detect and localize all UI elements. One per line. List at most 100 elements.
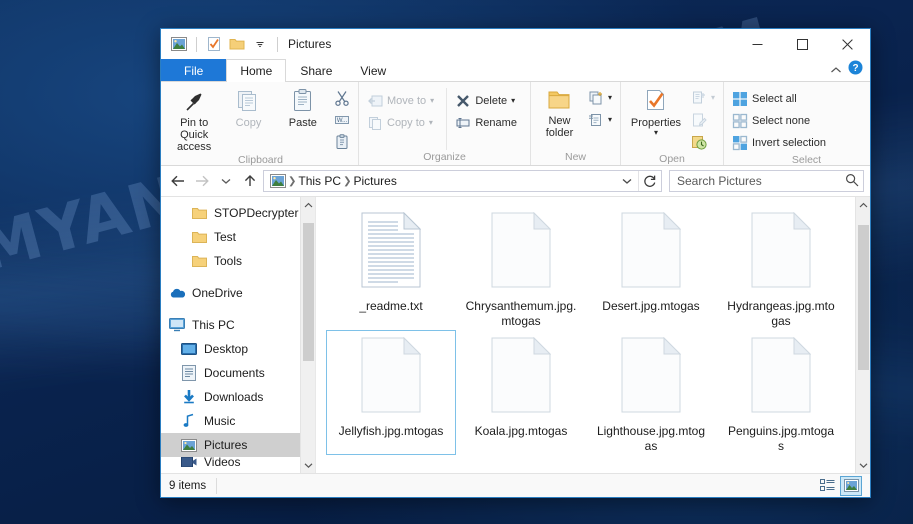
paste-button[interactable]: Paste: [276, 85, 330, 153]
properties-checklist-icon[interactable]: [204, 34, 224, 54]
file-list-scroll-track[interactable]: [856, 213, 871, 457]
svg-text:W...: W...: [337, 118, 348, 124]
chevron-up-icon[interactable]: [301, 197, 316, 213]
sidebar-item-music[interactable]: Music: [161, 409, 315, 433]
sidebar-label: Tools: [214, 254, 243, 268]
sidebar-item-onedrive[interactable]: OneDrive: [161, 281, 315, 305]
search-icon[interactable]: [845, 173, 859, 190]
up-button[interactable]: [239, 170, 261, 192]
maximize-button[interactable]: [780, 29, 825, 59]
sidebar-item-pictures[interactable]: Pictures: [161, 433, 315, 457]
chevron-down-icon[interactable]: ▾: [608, 93, 612, 102]
chevron-up-icon[interactable]: [856, 197, 871, 213]
move-to-button[interactable]: Move to ▾: [363, 90, 446, 111]
file-list-pane[interactable]: _readme.txt Chrysanthemum.jpg.mtogas Des…: [316, 197, 870, 473]
history-button[interactable]: [687, 131, 719, 152]
chevron-down-icon[interactable]: ▾: [430, 96, 434, 105]
chevron-down-icon[interactable]: [301, 457, 316, 473]
ribbon: Pin to Quick access Copy Paste W... Clip…: [161, 82, 870, 166]
open-button[interactable]: ▾: [687, 87, 719, 108]
chevron-down-icon[interactable]: ▾: [711, 93, 715, 102]
navigation-scroll-track[interactable]: [301, 213, 316, 457]
recent-locations-button[interactable]: [215, 170, 237, 192]
tab-share[interactable]: Share: [286, 59, 346, 81]
help-icon[interactable]: ?: [848, 60, 863, 80]
ribbon-group-label-select: Select: [791, 154, 822, 166]
file-name: Desert.jpg.mtogas: [602, 299, 700, 313]
sidebar-item-test[interactable]: Test: [161, 225, 315, 249]
chevron-up-icon[interactable]: [830, 61, 842, 79]
delete-button[interactable]: Delete ▾: [451, 90, 526, 111]
chevron-down-icon[interactable]: ▾: [429, 118, 433, 127]
invert-selection-button[interactable]: Invert selection: [728, 132, 830, 153]
edit-button[interactable]: [687, 109, 719, 130]
copy-path-button[interactable]: W...: [330, 109, 354, 130]
chevron-down-icon[interactable]: [250, 34, 270, 54]
select-none-button[interactable]: Select none: [728, 110, 830, 131]
back-button[interactable]: [167, 170, 189, 192]
file-list-scroll-thumb[interactable]: [857, 225, 869, 370]
large-icons-view-icon[interactable]: [840, 475, 862, 496]
pin-to-quick-access-button[interactable]: Pin to Quick access: [167, 85, 221, 153]
refresh-icon[interactable]: [639, 171, 661, 191]
select-all-button[interactable]: Select all: [728, 88, 830, 109]
file-item-penguins[interactable]: Penguins.jpg.mtogas: [716, 330, 846, 455]
select-none-label: Select none: [752, 114, 811, 127]
cut-button[interactable]: [330, 87, 354, 108]
easy-access-button[interactable]: ▾: [584, 109, 616, 130]
file-item-chrysanthemum[interactable]: Chrysanthemum.jpg.mtogas: [456, 205, 586, 330]
sidebar-item-this-pc[interactable]: This PC: [161, 313, 315, 337]
details-view-icon[interactable]: [816, 476, 838, 496]
folder-icon: [191, 229, 207, 245]
properties-button[interactable]: Properties ▾: [625, 85, 687, 152]
sidebar-label: Pictures: [204, 438, 248, 452]
new-folder-button[interactable]: New folder: [535, 85, 584, 150]
copy-button[interactable]: Copy: [221, 85, 275, 153]
search-input[interactable]: Search Pictures: [669, 170, 864, 192]
file-item-hydrangeas[interactable]: Hydrangeas.jpg.mtogas: [716, 205, 846, 330]
sidebar-item-tools[interactable]: Tools: [161, 249, 315, 273]
new-folder-icon[interactable]: [227, 34, 247, 54]
pictures-icon[interactable]: [169, 34, 189, 54]
breadcrumb-this-pc[interactable]: This PC: [296, 174, 343, 188]
file-list-scrollbar[interactable]: [855, 197, 870, 473]
copy-to-button[interactable]: Copy to ▾: [363, 112, 446, 133]
breadcrumb-pictures[interactable]: Pictures: [351, 174, 398, 188]
qat-separator-2: [277, 36, 278, 52]
sidebar-label: Documents: [204, 366, 265, 380]
forward-button[interactable]: [191, 170, 213, 192]
chevron-down-icon[interactable]: ▾: [511, 96, 515, 105]
rename-button[interactable]: Rename: [451, 112, 526, 133]
navigation-scroll-thumb[interactable]: [302, 223, 314, 361]
cut-scissors-icon: [334, 90, 350, 106]
address-breadcrumb-bar[interactable]: ❯ This PC ❯ Pictures: [263, 170, 662, 192]
file-item-koala[interactable]: Koala.jpg.mtogas: [456, 330, 586, 455]
sidebar-item-documents[interactable]: Documents: [161, 361, 315, 385]
address-dropdown-icon[interactable]: [616, 171, 638, 191]
tab-view[interactable]: View: [346, 59, 400, 81]
this-pc-icon: [169, 317, 185, 333]
status-bar: 9 items: [161, 473, 870, 497]
chevron-down-icon[interactable]: ▾: [654, 129, 658, 137]
sidebar-item-videos[interactable]: Videos: [161, 457, 315, 467]
chevron-down-icon[interactable]: [856, 457, 871, 473]
close-button[interactable]: [825, 29, 870, 59]
navigation-pane-scrollbar[interactable]: [300, 197, 315, 473]
sidebar-item-desktop[interactable]: Desktop: [161, 337, 315, 361]
tab-home[interactable]: Home: [226, 59, 287, 82]
file-item-readme[interactable]: _readme.txt: [326, 205, 456, 330]
new-item-button[interactable]: ▾: [584, 87, 616, 108]
paste-shortcut-button[interactable]: [330, 131, 354, 152]
chevron-down-icon[interactable]: ▾: [608, 115, 612, 124]
tab-file[interactable]: File: [161, 59, 227, 81]
sidebar-item-downloads[interactable]: Downloads: [161, 385, 315, 409]
title-bar: Pictures: [161, 29, 870, 59]
ribbon-tab-strip: File Home Share View ?: [161, 59, 870, 82]
file-item-desert[interactable]: Desert.jpg.mtogas: [586, 205, 716, 330]
minimize-button[interactable]: [735, 29, 780, 59]
file-item-lighthouse[interactable]: Lighthouse.jpg.mtogas: [586, 330, 716, 455]
sidebar-item-stopdecrypter[interactable]: STOPDecrypter: [161, 201, 315, 225]
file-item-jellyfish[interactable]: Jellyfish.jpg.mtogas: [326, 330, 456, 455]
quick-access-toolbar: [161, 34, 282, 54]
